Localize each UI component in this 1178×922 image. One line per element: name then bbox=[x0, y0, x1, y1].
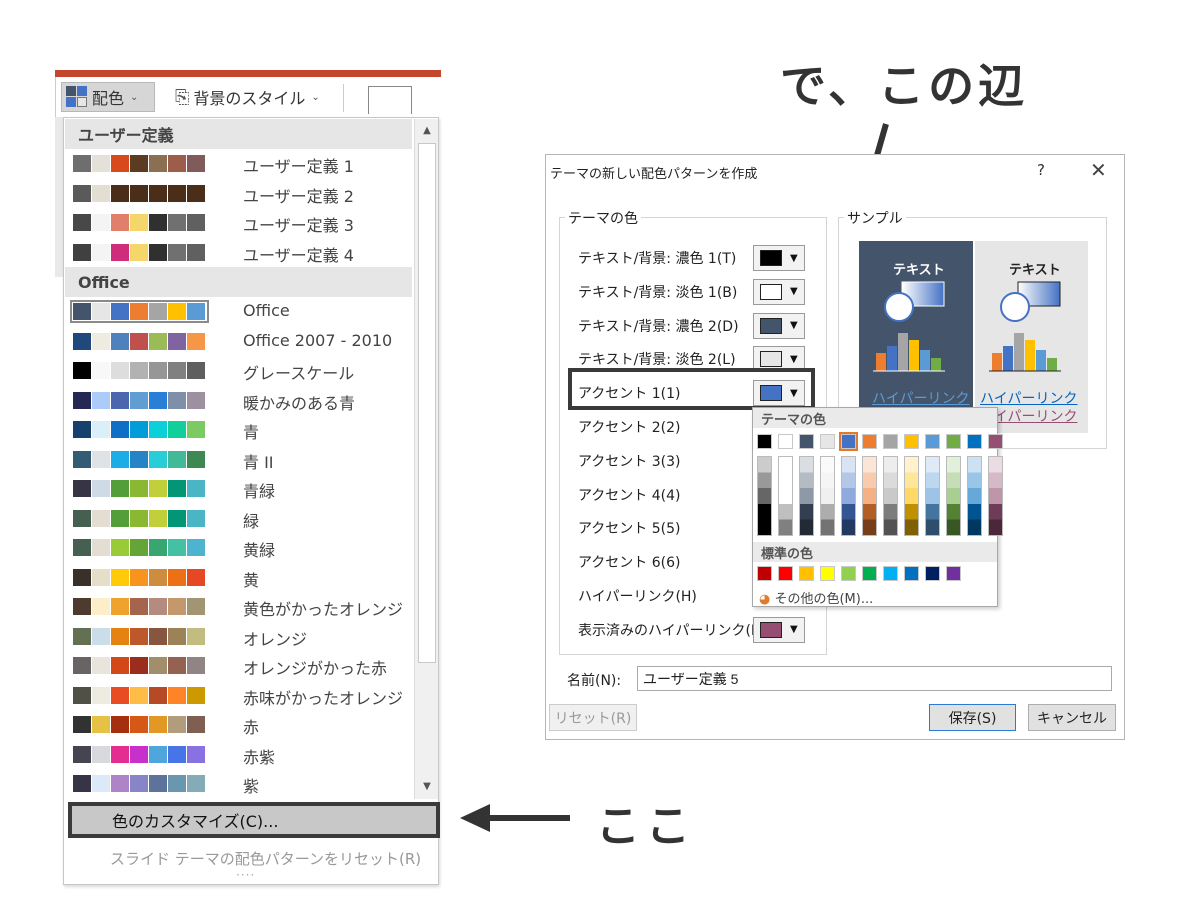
sample-group-label: サンプル bbox=[844, 208, 906, 228]
shade-swatch-column[interactable] bbox=[946, 456, 961, 536]
theme-color-swatch[interactable] bbox=[757, 434, 772, 449]
dropdown-arrow-icon: ▼ bbox=[790, 320, 798, 332]
color-picker-button[interactable]: ▼ bbox=[753, 616, 805, 643]
color-wheel-icon: ◕ bbox=[759, 592, 771, 607]
theme-color-swatch[interactable] bbox=[799, 434, 814, 449]
shade-swatch-column[interactable] bbox=[757, 456, 772, 536]
accent1-highlight bbox=[568, 368, 815, 410]
theme-color-label: アクセント 6(6) bbox=[578, 555, 681, 572]
shade-swatch-column[interactable] bbox=[820, 456, 835, 536]
theme-color-label: テキスト/背景: 淡色 1(B) bbox=[578, 284, 738, 301]
theme-color-label: テキスト/背景: 濃色 1(T) bbox=[578, 251, 737, 267]
theme-color-label: アクセント 3(3) bbox=[578, 453, 681, 470]
reset-button[interactable]: リセット(R) bbox=[549, 704, 637, 731]
callout-around-here: で、この辺 bbox=[780, 59, 1029, 113]
name-input[interactable] bbox=[637, 666, 1112, 691]
theme-color-swatch[interactable] bbox=[925, 434, 940, 449]
help-icon[interactable]: ? bbox=[1037, 161, 1045, 179]
theme-color-swatch[interactable] bbox=[839, 432, 858, 451]
sample-dark-text: テキスト bbox=[893, 263, 945, 278]
standard-color-swatch[interactable] bbox=[778, 566, 793, 581]
dialog-title: テーマの新しい配色パターンを作成 bbox=[550, 167, 758, 182]
theme-shade-grid bbox=[757, 456, 1009, 536]
dropdown-arrow-icon: ▼ bbox=[790, 624, 798, 636]
standard-color-swatch[interactable] bbox=[820, 566, 835, 581]
shade-swatch-column[interactable] bbox=[883, 456, 898, 536]
shade-swatch-column[interactable] bbox=[778, 456, 793, 536]
shade-swatch-column[interactable] bbox=[967, 456, 982, 536]
dropdown-arrow-icon: ▼ bbox=[790, 286, 798, 298]
theme-color-swatch[interactable] bbox=[883, 434, 898, 449]
cancel-button[interactable]: キャンセル bbox=[1028, 704, 1116, 731]
theme-color-label: ハイパーリンク(H) bbox=[578, 589, 697, 605]
color-preview bbox=[760, 317, 782, 334]
shade-swatch-column[interactable] bbox=[862, 456, 877, 536]
standard-color-swatch[interactable] bbox=[862, 566, 877, 581]
theme-color-swatch[interactable] bbox=[778, 434, 793, 449]
theme-color-label: アクセント 5(5) bbox=[578, 521, 681, 538]
color-preview bbox=[760, 621, 782, 638]
shade-swatch-column[interactable] bbox=[925, 456, 940, 536]
theme-color-row bbox=[757, 432, 1009, 451]
shade-swatch-column[interactable] bbox=[799, 456, 814, 536]
theme-color-label: アクセント 2(2) bbox=[578, 420, 681, 436]
sample-light-text: テキスト bbox=[1009, 263, 1061, 278]
name-label: 名前(N): bbox=[567, 673, 622, 689]
dropdown-arrow-icon: ▼ bbox=[790, 353, 798, 365]
theme-color-label: テキスト/背景: 淡色 2(L) bbox=[578, 352, 736, 369]
more-colors-label: その他の色(M)... bbox=[774, 592, 874, 607]
theme-color-label: 表示済みのハイパーリンク(E) bbox=[578, 622, 766, 639]
sample-dark-shapes bbox=[873, 281, 945, 372]
theme-color-swatch[interactable] bbox=[988, 434, 1003, 449]
sample-dark-hyperlink: ハイパーリンク bbox=[872, 391, 970, 407]
color-picker-button[interactable]: ▼ bbox=[753, 278, 805, 305]
sample-light-hyperlink: ハイパーリンク bbox=[980, 391, 1078, 407]
theme-colors-heading: テーマの色 bbox=[753, 408, 997, 428]
standard-color-swatch[interactable] bbox=[841, 566, 856, 581]
more-colors-item[interactable]: ◕ その他の色(M)... bbox=[759, 588, 873, 607]
standard-colors-heading: 標準の色 bbox=[753, 542, 997, 562]
theme-color-swatch[interactable] bbox=[967, 434, 982, 449]
standard-color-swatch[interactable] bbox=[757, 566, 772, 581]
sample-light-shapes bbox=[989, 281, 1061, 372]
color-preview bbox=[760, 250, 782, 266]
theme-color-swatch[interactable] bbox=[820, 434, 835, 449]
sample-graphics bbox=[873, 281, 1061, 372]
shade-swatch-column[interactable] bbox=[904, 456, 919, 536]
color-preview bbox=[760, 283, 782, 300]
save-button[interactable]: 保存(S) bbox=[929, 704, 1016, 731]
shade-swatch-column[interactable] bbox=[988, 456, 1003, 536]
callout-here: ここ bbox=[596, 801, 696, 852]
color-picker-button[interactable]: ▼ bbox=[753, 245, 805, 271]
standard-color-swatch[interactable] bbox=[946, 566, 961, 581]
theme-color-swatch[interactable] bbox=[904, 434, 919, 449]
standard-color-swatch[interactable] bbox=[799, 566, 814, 581]
close-icon[interactable]: ✕ bbox=[1090, 158, 1107, 182]
shade-swatch-column[interactable] bbox=[841, 456, 856, 536]
theme-color-swatch[interactable] bbox=[862, 434, 877, 449]
arrow-to-customize bbox=[460, 804, 570, 832]
color-preview bbox=[760, 351, 782, 368]
standard-color-swatch[interactable] bbox=[883, 566, 898, 581]
standard-color-swatch[interactable] bbox=[904, 566, 919, 581]
theme-color-label: アクセント 4(4) bbox=[578, 487, 681, 504]
color-picker-button[interactable]: ▼ bbox=[753, 312, 805, 339]
dropdown-arrow-icon: ▼ bbox=[790, 252, 798, 264]
standard-color-swatch[interactable] bbox=[925, 566, 940, 581]
theme-color-swatch[interactable] bbox=[946, 434, 961, 449]
theme-colors-group-label: テーマの色 bbox=[565, 208, 641, 228]
theme-color-label: テキスト/背景: 濃色 2(D) bbox=[578, 318, 739, 335]
color-picker-popup: テーマの色 標準の色 ◕ その他の色(M)... bbox=[752, 407, 1003, 607]
standard-color-row bbox=[757, 566, 967, 581]
